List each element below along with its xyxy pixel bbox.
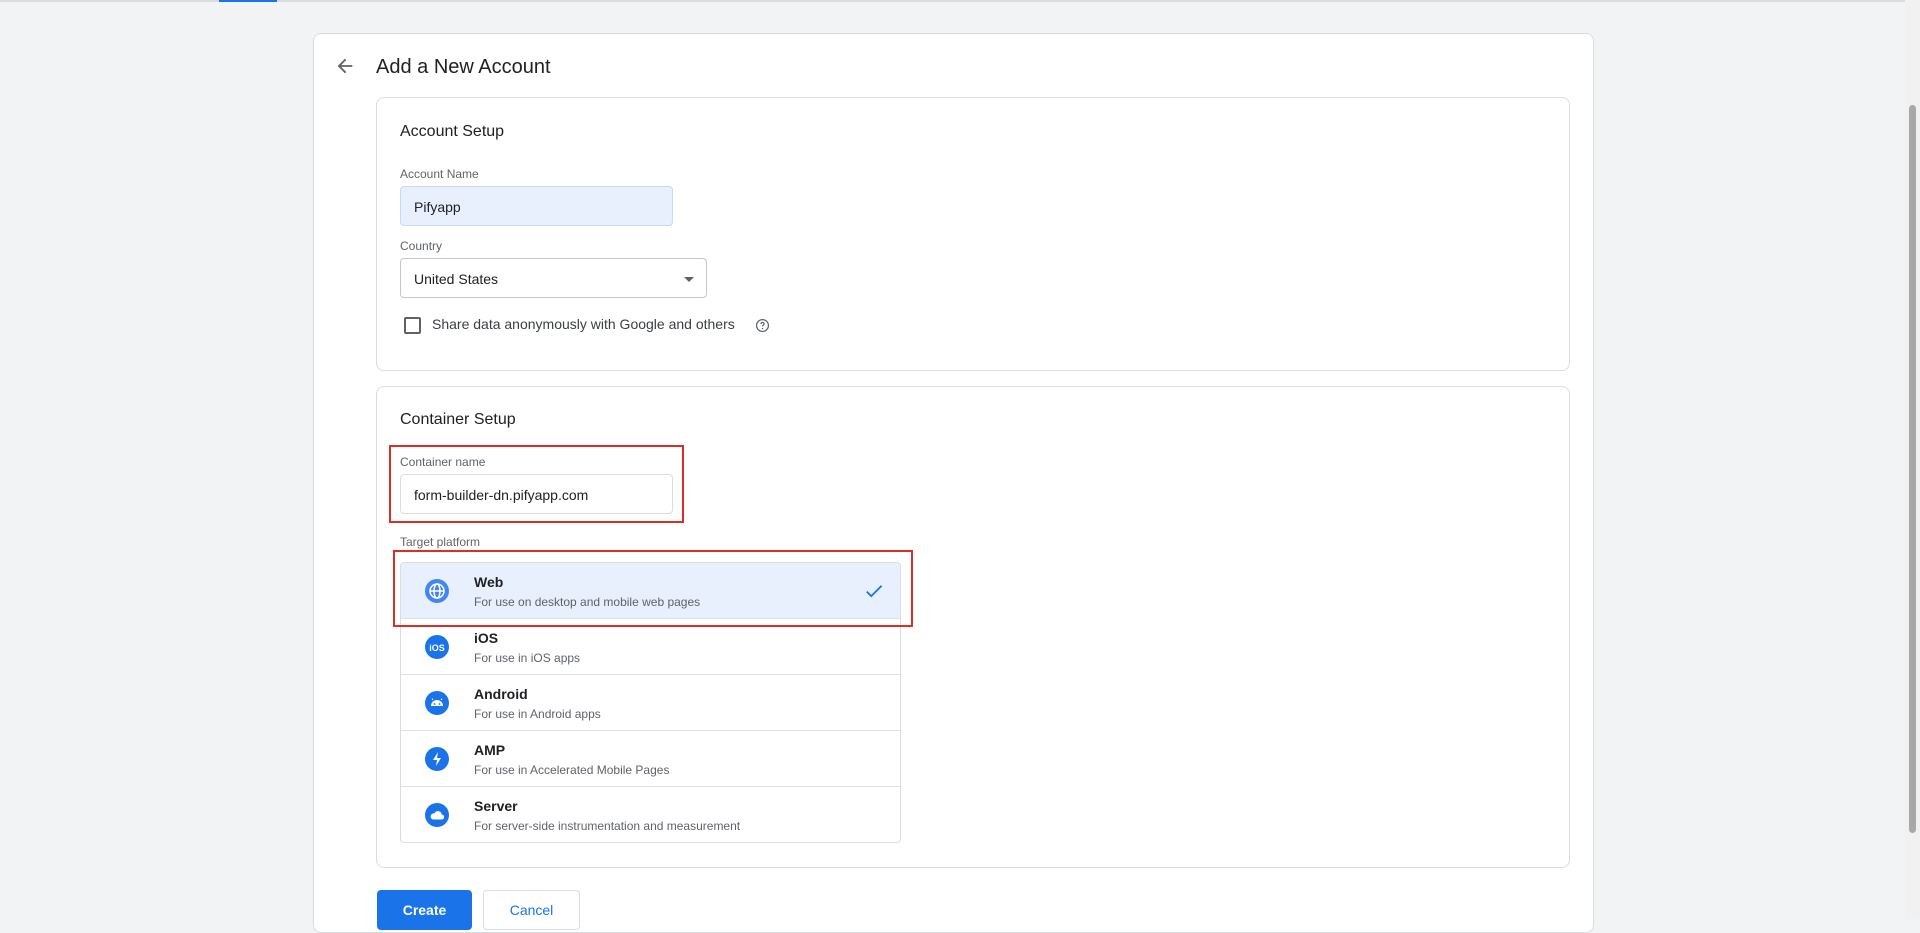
cloud-icon <box>425 803 449 827</box>
country-value: United States <box>414 271 499 287</box>
platform-option-android[interactable]: Android For use in Android apps <box>401 675 900 731</box>
scrollbar-thumb[interactable] <box>1909 105 1916 833</box>
account-setup-title: Account Setup <box>400 123 505 140</box>
top-progress-line <box>0 0 1920 2</box>
svg-text:iOS: iOS <box>429 643 445 653</box>
container-name-highlight <box>389 445 684 523</box>
platform-name: Server <box>474 798 518 814</box>
create-button[interactable]: Create <box>377 890 472 930</box>
help-icon[interactable] <box>755 318 770 333</box>
ios-icon: iOS <box>425 635 449 659</box>
platform-option-amp[interactable]: AMP For use in Accelerated Mobile Pages <box>401 731 900 787</box>
dropdown-caret-icon <box>684 277 694 282</box>
country-select[interactable]: United States <box>400 258 707 298</box>
back-arrow-icon[interactable] <box>334 55 356 77</box>
account-name-label: Account Name <box>400 167 479 181</box>
container-setup-title: Container Setup <box>400 411 516 428</box>
lightning-icon <box>425 747 449 771</box>
account-name-input[interactable]: Pifyapp <box>400 186 673 226</box>
platform-name: Android <box>474 686 528 702</box>
target-platform-label: Target platform <box>400 535 481 549</box>
vertical-scrollbar[interactable] <box>1905 0 1920 919</box>
platform-option-server[interactable]: Server For server-side instrumentation a… <box>401 787 900 842</box>
web-platform-highlight <box>393 550 913 627</box>
country-label: Country <box>400 239 443 253</box>
platform-desc: For use in iOS apps <box>474 651 581 665</box>
platform-desc: For server-side instrumentation and meas… <box>474 819 741 833</box>
platform-option-ios[interactable]: iOS iOS For use in iOS apps <box>401 619 900 675</box>
platform-desc: For use in Android apps <box>474 707 601 721</box>
platform-name: AMP <box>474 742 506 758</box>
platform-desc: For use in Accelerated Mobile Pages <box>474 763 670 777</box>
platform-name: iOS <box>474 630 499 646</box>
share-data-checkbox[interactable] <box>404 317 421 334</box>
page-title: Add a New Account <box>376 56 551 78</box>
active-tab-indicator <box>219 0 277 2</box>
share-data-label: Share data anonymously with Google and o… <box>432 316 735 332</box>
cancel-button[interactable]: Cancel <box>483 890 580 930</box>
android-icon <box>425 691 449 715</box>
